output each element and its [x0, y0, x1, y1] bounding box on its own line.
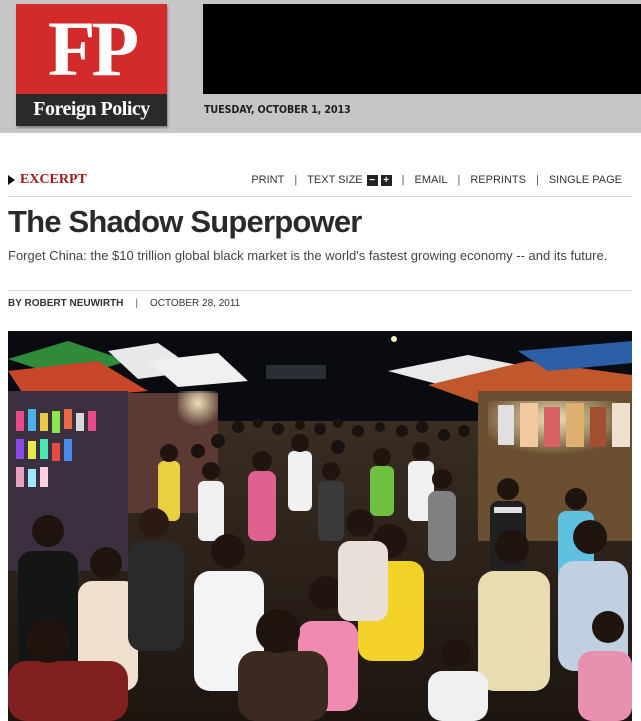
single-page-link[interactable]: SINGLE PAGE [549, 174, 622, 186]
triangle-right-icon [8, 175, 15, 185]
logo-name-bar: Foreign Policy [16, 94, 167, 126]
article-photo[interactable] [8, 331, 632, 721]
divider: | [294, 174, 298, 186]
divider: | [401, 174, 405, 186]
divider: | [457, 174, 461, 186]
reprints-link[interactable]: REPRINTS [470, 174, 526, 186]
night-market-photo [8, 331, 632, 721]
text-size-decrease-button[interactable]: − [366, 174, 378, 186]
article-toolbar: EXCERPT PRINT | TEXT SIZE − + | EMAIL | … [8, 164, 632, 197]
text-size-increase-button[interactable]: + [380, 174, 392, 186]
section-label[interactable]: EXCERPT [8, 172, 87, 188]
print-link[interactable]: PRINT [251, 174, 284, 186]
text-size-label: TEXT SIZE [307, 174, 363, 186]
article-tools: PRINT | TEXT SIZE − + | EMAIL | REPRINTS… [251, 174, 622, 186]
logo-mark: FP [47, 5, 139, 92]
logo-name: Foreign Policy [33, 98, 150, 120]
divider: | [135, 298, 138, 309]
divider: | [535, 174, 539, 186]
ad-banner[interactable] [203, 4, 641, 94]
byline-date: OCTOBER 28, 2011 [149, 298, 241, 309]
byline-divider [8, 290, 632, 291]
email-link[interactable]: EMAIL [414, 174, 447, 186]
byline-author: BY ROBERT NEUWIRTH [8, 298, 124, 309]
masthead: FP Foreign Policy TUESDAY, OCTOBER 1, 20… [0, 0, 641, 133]
byline-row: BY ROBERT NEUWIRTH | OCTOBER 28, 2011 [8, 298, 240, 309]
fp-logo[interactable]: FP Foreign Policy [16, 4, 167, 126]
masthead-date: TUESDAY, OCTOBER 1, 2013 [204, 103, 351, 116]
section-text: EXCERPT [20, 172, 87, 187]
article-title: The Shadow Superpower [8, 204, 362, 239]
article-dek: Forget China: the $10 trillion global bl… [8, 248, 608, 263]
